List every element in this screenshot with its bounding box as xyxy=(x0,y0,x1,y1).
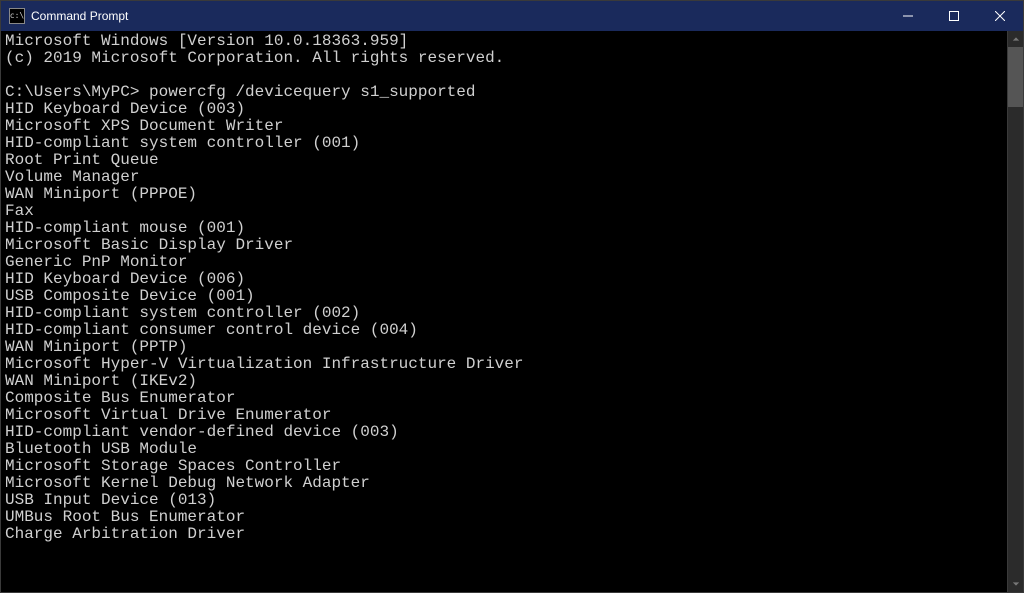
window-title: Command Prompt xyxy=(31,9,128,23)
app-icon: c:\ xyxy=(9,8,25,24)
scroll-down-button[interactable] xyxy=(1008,576,1023,592)
maximize-icon xyxy=(949,11,959,21)
vertical-scrollbar[interactable] xyxy=(1007,31,1023,592)
chevron-up-icon xyxy=(1012,35,1020,43)
command-prompt-window: c:\ Command Prompt Microsoft Windows [Ve… xyxy=(0,0,1024,593)
client-area: Microsoft Windows [Version 10.0.18363.95… xyxy=(1,31,1023,592)
scroll-up-button[interactable] xyxy=(1008,31,1023,47)
maximize-button[interactable] xyxy=(931,1,977,31)
minimize-icon xyxy=(903,11,913,21)
minimize-button[interactable] xyxy=(885,1,931,31)
close-button[interactable] xyxy=(977,1,1023,31)
chevron-down-icon xyxy=(1012,580,1020,588)
close-icon xyxy=(995,11,1005,21)
titlebar[interactable]: c:\ Command Prompt xyxy=(1,1,1023,31)
terminal-output[interactable]: Microsoft Windows [Version 10.0.18363.95… xyxy=(1,31,1007,592)
scroll-thumb[interactable] xyxy=(1008,47,1023,107)
